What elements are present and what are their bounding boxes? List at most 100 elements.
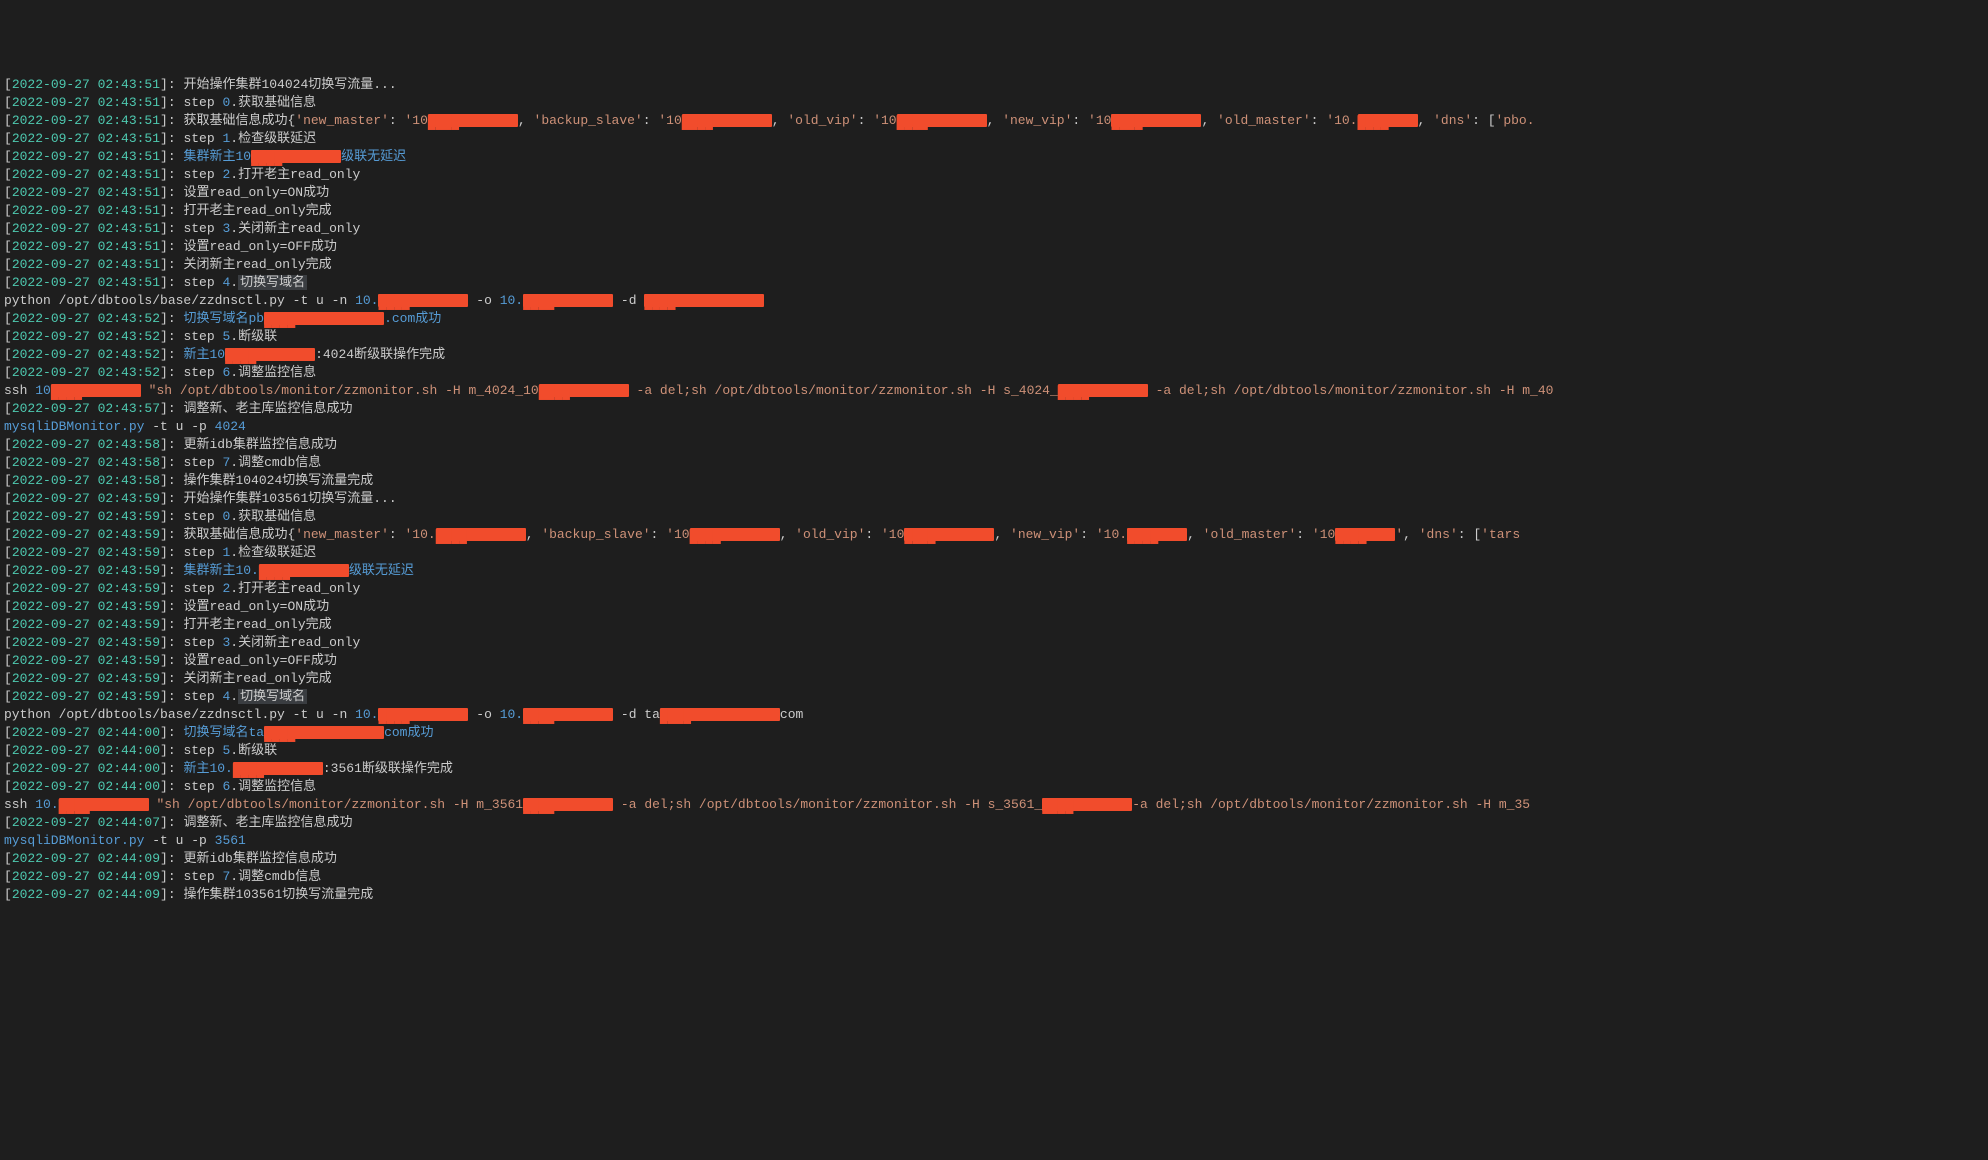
log-segment: 调整新、老主库监控信息成功 [183, 815, 352, 830]
log-line: [2022-09-27 02:43:51]: step 1.检查级联延迟 [4, 130, 1984, 148]
log-segment: : [1296, 527, 1312, 542]
redacted-block: ████ [51, 384, 141, 397]
log-segment: 打开老主read_only完成 [183, 203, 331, 218]
log-segment: : [858, 113, 874, 128]
timestamp-bracket: [ [4, 887, 12, 902]
timestamp-bracket: ]: [160, 635, 183, 650]
log-line: [2022-09-27 02:43:51]: step 2.打开老主read_o… [4, 166, 1984, 184]
log-segment: 切换写域名pb [183, 311, 264, 326]
timestamp: 2022-09-27 02:43:51 [12, 239, 160, 254]
log-segment: 开始操作集群103561切换写流量... [183, 491, 396, 506]
log-line: [2022-09-27 02:43:51]: 集群新主10████级联无延迟 [4, 148, 1984, 166]
log-segment: -d ta [613, 707, 660, 722]
log-segment: 操作集群104024切换写流量完成 [183, 473, 373, 488]
redacted-block: ████ [897, 114, 987, 127]
log-line: [2022-09-27 02:43:59]: 关闭新主read_only完成 [4, 670, 1984, 688]
log-segment: 'tars [1481, 527, 1520, 542]
timestamp-bracket: ]: [160, 581, 183, 596]
log-segment: .断级联 [230, 329, 277, 344]
timestamp: 2022-09-27 02:43:59 [12, 653, 160, 668]
log-segment: '10. [1096, 527, 1127, 542]
log-segment: step [183, 365, 222, 380]
log-segment: -a del;sh /opt/dbtools/monitor/zzmonitor… [1148, 383, 1554, 398]
timestamp-bracket: [ [4, 131, 12, 146]
timestamp-bracket: [ [4, 437, 12, 452]
log-segment: 级联无延迟 [349, 563, 414, 578]
timestamp: 2022-09-27 02:43:59 [12, 509, 160, 524]
log-line: [2022-09-27 02:44:09]: 更新idb集群监控信息成功 [4, 850, 1984, 868]
log-segment: "sh /opt/dbtools/monitor/zzmonitor.sh -H… [149, 383, 539, 398]
redacted-block: ████ [539, 384, 629, 397]
log-segment: 集群新主10 [183, 149, 251, 164]
timestamp-bracket: [ [4, 851, 12, 866]
timestamp: 2022-09-27 02:43:51 [12, 257, 160, 272]
timestamp: 2022-09-27 02:44:00 [12, 761, 160, 776]
log-segment: : [1080, 527, 1096, 542]
timestamp-bracket: [ [4, 689, 12, 704]
terminal-output[interactable]: [2022-09-27 02:43:51]: 开始操作集群104024切换写流量… [4, 76, 1984, 904]
timestamp-bracket: ]: [160, 149, 183, 164]
timestamp: 2022-09-27 02:44:00 [12, 779, 160, 794]
log-line: python /opt/dbtools/base/zzdnsctl.py -t … [4, 706, 1984, 724]
log-segment: '10. [405, 527, 436, 542]
timestamp-bracket: [ [4, 545, 12, 560]
log-segment: 切换写域名ta [183, 725, 264, 740]
log-segment: .调整cmdb信息 [230, 869, 321, 884]
log-line: [2022-09-27 02:43:59]: step 0.获取基础信息 [4, 508, 1984, 526]
timestamp-bracket: [ [4, 527, 12, 542]
log-line: [2022-09-27 02:44:09]: 操作集群103561切换写流量完成 [4, 886, 1984, 904]
log-line: [2022-09-27 02:44:00]: 新主10.████:3561断级联… [4, 760, 1984, 778]
log-segment: 关闭新主read_only完成 [183, 671, 331, 686]
timestamp-bracket: [ [4, 743, 12, 758]
log-segment: .调整cmdb信息 [230, 455, 321, 470]
redacted-block: ████ [436, 528, 526, 541]
log-segment: 'new_vip' [1010, 527, 1080, 542]
redacted-block: ████ [233, 762, 323, 775]
timestamp-bracket: ]: [160, 761, 183, 776]
log-segment: python /opt/dbtools/base/zzdnsctl.py -t … [4, 293, 355, 308]
timestamp-bracket: ]: [160, 743, 183, 758]
log-segment: , [1187, 527, 1203, 542]
timestamp: 2022-09-27 02:43:59 [12, 545, 160, 560]
redacted-block: ████ [259, 564, 349, 577]
log-line: ssh 10.████ "sh /opt/dbtools/monitor/zzm… [4, 796, 1984, 814]
timestamp-bracket: ]: [160, 671, 183, 686]
timestamp-bracket: ]: [160, 815, 183, 830]
log-segment: 关闭新主read_only完成 [183, 257, 331, 272]
timestamp: 2022-09-27 02:43:52 [12, 311, 160, 326]
log-segment: 'pbo. [1496, 113, 1535, 128]
timestamp: 2022-09-27 02:43:51 [12, 203, 160, 218]
timestamp-bracket: [ [4, 113, 12, 128]
timestamp: 2022-09-27 02:43:51 [12, 113, 160, 128]
timestamp-bracket: [ [4, 599, 12, 614]
log-segment: '10 [666, 527, 689, 542]
timestamp-bracket: [ [4, 257, 12, 272]
timestamp-bracket: ]: [160, 401, 183, 416]
redacted-block: ████ [682, 114, 772, 127]
timestamp-bracket: ]: [160, 689, 183, 704]
timestamp-bracket: ]: [160, 131, 183, 146]
timestamp: 2022-09-27 02:43:57 [12, 401, 160, 416]
log-segment: '10 [1312, 527, 1335, 542]
timestamp: 2022-09-27 02:43:51 [12, 95, 160, 110]
log-segment: , [1201, 113, 1217, 128]
log-line: [2022-09-27 02:44:07]: 调整新、老主库监控信息成功 [4, 814, 1984, 832]
redacted-block: ████ [378, 708, 468, 721]
log-segment: .获取基础信息 [230, 509, 316, 524]
timestamp-bracket: [ [4, 239, 12, 254]
redacted-block: ████ [264, 726, 384, 739]
timestamp: 2022-09-27 02:44:00 [12, 725, 160, 740]
timestamp-bracket: ]: [160, 509, 183, 524]
redacted-block: ████ [1358, 114, 1418, 127]
timestamp: 2022-09-27 02:43:51 [12, 77, 160, 92]
timestamp-bracket: [ [4, 347, 12, 362]
timestamp-bracket: [ [4, 203, 12, 218]
timestamp-bracket: ]: [160, 563, 183, 578]
timestamp-bracket: ]: [160, 599, 183, 614]
log-segment: ' [1395, 527, 1403, 542]
timestamp-bracket: ]: [160, 167, 183, 182]
timestamp-bracket: [ [4, 221, 12, 236]
timestamp: 2022-09-27 02:43:51 [12, 167, 160, 182]
log-segment: 开始操作集群104024切换写流量... [183, 77, 396, 92]
log-segment: com [780, 707, 803, 722]
